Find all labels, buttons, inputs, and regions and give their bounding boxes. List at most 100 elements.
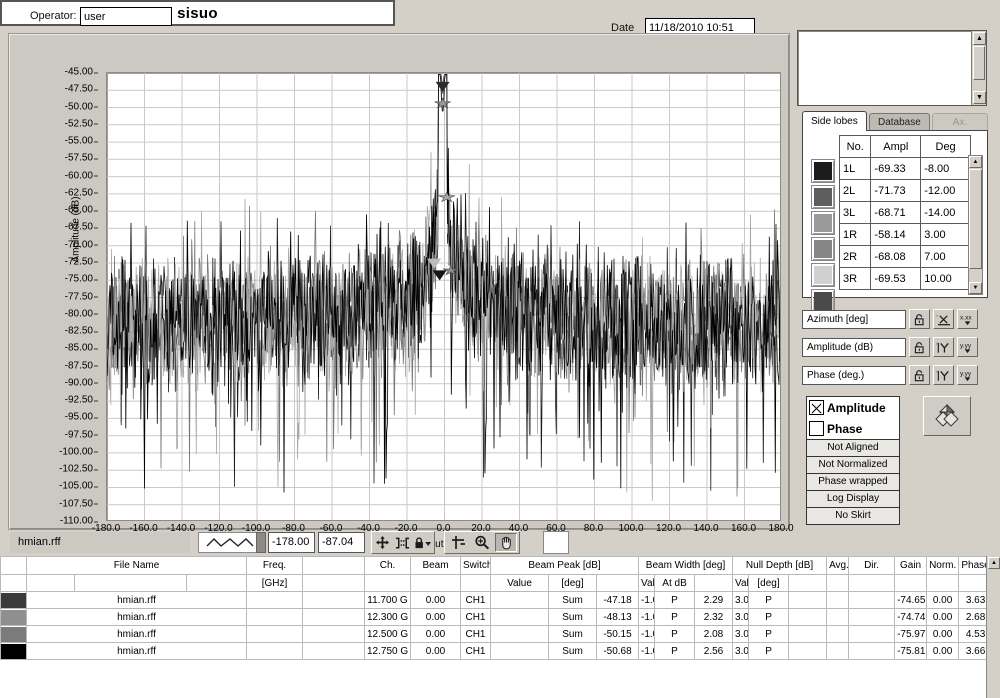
scale-name-input[interactable]: Amplitude (dB) [802,337,906,357]
cell-peak-p[interactable]: P [654,608,696,626]
cell-ch[interactable]: CH1 [460,608,491,626]
cursor-lock-icon[interactable] [393,533,411,552]
cell-c3[interactable] [302,625,365,643]
amplitude-chart-panel[interactable]: Amplitude (dB) -45.00 -47.50 -50.00 -52.50-… [8,33,794,550]
table-row[interactable]: hmian.rff11.700 G0.00CH1Sum-47.18-1.00P2… [0,591,1000,609]
cell-avg[interactable]: -75.97 [894,625,928,643]
cell-null-deg[interactable] [826,608,850,626]
scale-controls[interactable]: Azimuth [deg]” x.xx Amplitude (dB)” y.yy Pha… [802,307,988,391]
format-y-icon[interactable]: y.yy [957,337,978,357]
cell-beam[interactable] [490,642,549,660]
tab-side-lobes[interactable]: Side lobes [802,111,867,131]
row-color-swatch[interactable] [0,642,27,660]
cell-freq2[interactable]: 0.00 [410,591,461,609]
lock-dropdown-icon[interactable] [413,533,432,552]
cell-null-deg[interactable] [826,642,850,660]
cell-freq2[interactable]: 0.00 [410,642,461,660]
table-row[interactable]: hmian.rff12.500 G0.00CH1Sum-50.15-1.00P2… [0,625,1000,643]
display-option-buttons[interactable]: Not Aligned Not Normalized Phase wrapped Lo… [807,439,899,524]
cell-freq[interactable]: 12.300 G [364,608,411,626]
side-lobe-color-swatch[interactable] [811,159,835,183]
lock-icon[interactable] [909,337,930,357]
current-file-name[interactable]: hmian.rff [10,532,190,553]
table-row[interactable]: hmian.rff12.300 G0.00CH1Sum-48.13-1.00P2… [0,608,1000,626]
cell-dir[interactable]: 0.00 [926,642,960,660]
cell-bw-value[interactable]: 2.56 [694,642,734,660]
scroll-thumb[interactable] [973,46,985,80]
cell-avg[interactable]: -75.81 [894,642,928,660]
cell-bw-atdb[interactable]: 3.00 [732,591,750,609]
side-lobe-row[interactable]: 3R -69.53 10.00 [838,267,971,290]
measurements-table-wrap[interactable]: File Name Freq. Ch. Beam Switch Beam Peak [dB… [0,556,1000,698]
side-lobe-row[interactable]: 2R -68.08 7.00 [838,245,971,268]
cell-dir[interactable]: 0.00 [926,608,960,626]
cell-freq2[interactable]: 0.00 [410,625,461,643]
cell-null-x[interactable] [848,608,896,626]
phase-checkbox-row[interactable]: Phase [807,418,899,439]
cell-freq[interactable]: 11.700 G [364,591,411,609]
cell-null-deg[interactable] [826,625,850,643]
cell-ch[interactable]: CH1 [460,591,491,609]
scroll-down-icon[interactable]: ▼ [973,91,986,104]
option-button-not-aligned[interactable]: Not Aligned [807,439,899,456]
cell-peak-value[interactable]: -48.13 [595,608,640,626]
autoscale-y-icon[interactable]: ” [933,365,954,385]
phase-checkbox[interactable] [809,421,824,436]
cell-bw-atdb[interactable]: 3.00 [732,625,750,643]
cell-switch[interactable]: Sum [548,642,597,660]
side-lobe-row[interactable]: 3L -68.71 -14.00 [838,201,971,224]
cell-null-x[interactable] [848,642,896,660]
table-row[interactable]: hmian.rff12.750 G0.00CH1Sum-50.68-1.00P2… [0,642,1000,660]
graph-palette-group[interactable] [444,531,520,554]
cell-freq[interactable]: 12.750 G [364,642,411,660]
autoscale-x-icon[interactable]: ” [933,309,954,329]
cell-peak-value[interactable]: -47.18 [595,591,640,609]
option-button-no-skirt[interactable]: No Skirt [807,507,899,524]
pan-cursor-icon[interactable] [374,533,392,552]
lock-icon[interactable] [909,365,930,385]
side-lobe-row[interactable]: 2L -71.73 -12.00 [838,179,971,202]
cell-file-name[interactable]: hmian.rff [26,591,247,609]
cursor-x-value[interactable]: -178.00 [268,532,315,553]
side-lobe-color-swatch[interactable] [811,185,835,209]
operator-input[interactable]: user [80,7,172,26]
row-color-swatch[interactable] [0,608,27,626]
cursor-y-value[interactable]: -87.04 [318,532,365,553]
cell-null-value[interactable] [788,625,828,643]
cell-null-deg[interactable] [826,591,850,609]
legend-resize-handle[interactable] [256,532,266,553]
cell-peak-p[interactable]: P [654,625,696,643]
cell-switch[interactable]: Sum [548,608,597,626]
side-lobes-scrollbar[interactable]: ▲ ▼ [968,155,983,295]
notes-textbox[interactable]: ▲ ▼ [797,30,987,106]
scroll-up-icon[interactable]: ▲ [969,156,982,168]
format-x-icon[interactable]: x.xx [957,309,978,329]
lock-icon[interactable] [909,309,930,329]
cell-freq2[interactable]: 0.00 [410,608,461,626]
tab-database[interactable]: Database [869,113,930,131]
cell-dir[interactable]: 0.00 [926,625,960,643]
cell-bw-p[interactable]: P [748,642,790,660]
scroll-up-icon[interactable]: ▲ [973,32,986,45]
cell-bw-p[interactable]: P [748,608,790,626]
cell-c3[interactable] [302,591,365,609]
hand-icon[interactable] [495,533,517,552]
cell-dir[interactable]: 0.00 [926,591,960,609]
cell-avg[interactable]: -74.74 [894,608,928,626]
cell-avg[interactable]: -74.65 [894,591,928,609]
zoom-icon[interactable] [471,533,493,552]
cursor-tool-group[interactable] [371,531,435,554]
cell-bw-atdb[interactable]: 3.00 [732,608,750,626]
graph-toolbar[interactable]: hmian.rff -178.00 -87.04 [0,530,1000,556]
cell-null-value[interactable] [788,608,828,626]
autoscale-y-icon[interactable]: ” [933,337,954,357]
side-lobe-row[interactable]: 1R -58.14 3.00 [838,223,971,246]
cell-peak-deg[interactable]: -1.00 [638,608,656,626]
option-button-log-display[interactable]: Log Display [807,490,899,507]
waveform-icon[interactable] [198,532,261,553]
amplitude-checkbox-row[interactable]: Amplitude [807,397,899,418]
cell-peak-deg[interactable]: -1.00 [638,642,656,660]
cell-bw-value[interactable]: 2.08 [694,625,734,643]
cell-peak-p[interactable]: P [654,642,696,660]
cell-null-x[interactable] [848,625,896,643]
